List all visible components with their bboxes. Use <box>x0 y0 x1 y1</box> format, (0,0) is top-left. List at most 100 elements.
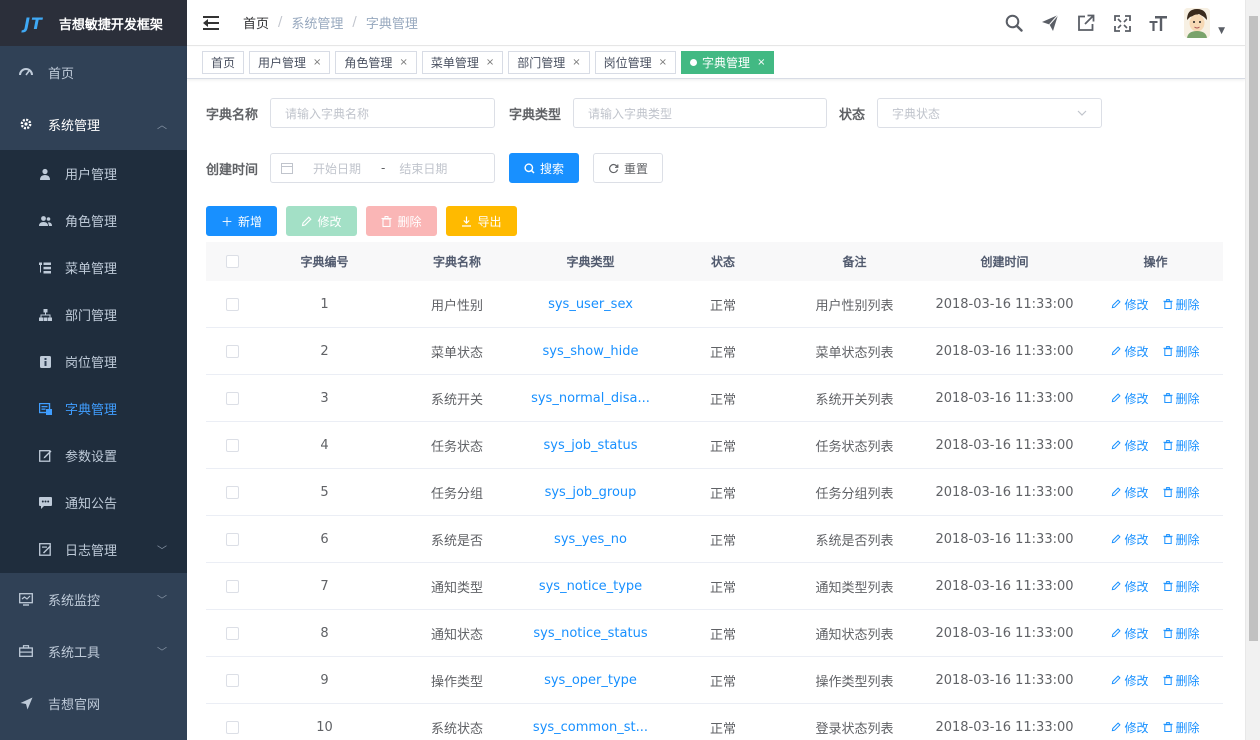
table-row[interactable]: 9 操作类型 sys_oper_type 正常 操作类型列表 2018-03-16 11:… <box>206 657 1223 704</box>
date-range-picker[interactable]: 开始日期 - 结束日期 <box>270 153 496 183</box>
row-checkbox[interactable] <box>225 438 239 452</box>
end-date[interactable]: 结束日期 <box>399 160 447 177</box>
table-row[interactable]: 8 通知状态 sys_notice_status 正常 通知状态列表 2018-03-16… <box>206 610 1223 657</box>
sidebar-item-roles[interactable]: 角色管理 <box>0 197 187 244</box>
row-edit-button[interactable]: 修改 <box>1111 578 1149 595</box>
sidebar-item-home[interactable]: 首页 <box>0 46 187 98</box>
row-checkbox[interactable] <box>225 485 239 499</box>
row-delete-button[interactable]: 删除 <box>1162 578 1200 595</box>
scrollbar-thumb[interactable] <box>1249 16 1258 641</box>
tag-roles[interactable]: 角色管理 × <box>335 51 417 74</box>
sidebar-item-users[interactable]: 用户管理 <box>0 150 187 197</box>
sidebar-item-depts[interactable]: 部门管理 <box>0 291 187 338</box>
dict-type-link[interactable]: sys_user_sex <box>548 297 633 312</box>
sidebar-item-tools[interactable]: 系统工具 ﹀ <box>0 625 187 677</box>
sidebar-item-logs[interactable]: 日志管理 ﹀ <box>0 526 187 573</box>
export-button[interactable]: 导出 <box>446 206 517 236</box>
send-icon[interactable] <box>1032 0 1068 46</box>
dict-type-link[interactable]: sys_oper_type <box>544 673 637 688</box>
reset-button[interactable]: 重置 <box>593 153 664 183</box>
dict-type-link[interactable]: sys_show_hide <box>543 344 639 359</box>
font-size-icon[interactable] <box>1140 0 1176 46</box>
table-row[interactable]: 10 系统状态 sys_common_st... 正常 登录状态列表 2018-03-16… <box>206 704 1223 740</box>
table-row[interactable]: 2 菜单状态 sys_show_hide 正常 菜单状态列表 2018-03-16 11:… <box>206 328 1223 375</box>
row-delete-button[interactable]: 删除 <box>1162 672 1200 689</box>
row-edit-button[interactable]: 修改 <box>1111 296 1149 313</box>
row-edit-button[interactable]: 修改 <box>1111 390 1149 407</box>
dict-type-link[interactable]: sys_normal_disa... <box>531 391 650 406</box>
close-icon[interactable]: × <box>757 57 765 68</box>
row-checkbox[interactable] <box>225 720 239 734</box>
fullscreen-icon[interactable] <box>1104 0 1140 46</box>
dict-type-link[interactable]: sys_notice_status <box>533 626 647 641</box>
sidebar-item-notice[interactable]: 通知公告 <box>0 479 187 526</box>
tag-posts[interactable]: 岗位管理 × <box>594 51 677 74</box>
row-checkbox[interactable] <box>225 626 239 640</box>
add-button[interactable]: ＋ 新增 <box>206 206 277 236</box>
dict-type-input[interactable]: 请输入字典类型 <box>573 98 828 128</box>
sidebar-item-website[interactable]: 吉想官网 <box>0 677 187 729</box>
start-date[interactable]: 开始日期 <box>313 160 361 177</box>
table-row[interactable]: 6 系统是否 sys_yes_no 正常 系统是否列表 2018-03-16 11:33:… <box>206 516 1223 563</box>
dict-type-link[interactable]: sys_notice_type <box>539 579 642 594</box>
sidebar-item-system[interactable]: 系统管理 ︿ <box>0 98 187 150</box>
row-delete-button[interactable]: 删除 <box>1162 625 1200 642</box>
close-icon[interactable]: × <box>486 57 494 68</box>
row-delete-button[interactable]: 删除 <box>1162 484 1200 501</box>
tag-dict[interactable]: 字典管理 × <box>681 51 775 74</box>
select-all-checkbox[interactable] <box>225 255 239 268</box>
tag-home[interactable]: 首页 <box>202 51 245 74</box>
breadcrumb-home[interactable]: 首页 <box>243 13 269 32</box>
tag-users[interactable]: 用户管理 × <box>249 51 331 74</box>
dict-type-link[interactable]: sys_job_group <box>545 485 637 500</box>
row-delete-button[interactable]: 删除 <box>1162 296 1200 313</box>
close-icon[interactable]: × <box>399 57 407 68</box>
tag-depts[interactable]: 部门管理 × <box>508 51 590 74</box>
row-checkbox[interactable] <box>225 297 239 311</box>
row-edit-button[interactable]: 修改 <box>1111 672 1149 689</box>
row-edit-button[interactable]: 修改 <box>1111 343 1149 360</box>
row-delete-button[interactable]: 删除 <box>1162 437 1200 454</box>
table-row[interactable]: 3 系统开关 sys_normal_disa... 正常 系统开关列表 2018-03-1… <box>206 375 1223 422</box>
search-button[interactable]: 搜索 <box>509 153 580 183</box>
logo[interactable]: JT 吉想敏捷开发框架 <box>0 0 187 46</box>
status-select[interactable]: 字典状态 <box>877 98 1103 128</box>
close-icon[interactable]: × <box>572 57 580 68</box>
row-edit-button[interactable]: 修改 <box>1111 531 1149 548</box>
row-delete-button[interactable]: 删除 <box>1162 719 1200 736</box>
dict-type-link[interactable]: sys_job_status <box>543 438 637 453</box>
delete-button[interactable]: 删除 <box>366 206 437 236</box>
row-delete-button[interactable]: 删除 <box>1162 343 1200 360</box>
hamburger-icon[interactable] <box>203 15 221 31</box>
table-row[interactable]: 4 任务状态 sys_job_status 正常 任务状态列表 2018-03-16 11… <box>206 422 1223 469</box>
table-row[interactable]: 1 用户性别 sys_user_sex 正常 用户性别列表 2018-03-16 11:3… <box>206 281 1223 328</box>
sidebar-item-config[interactable]: 参数设置 <box>0 432 187 479</box>
external-link-icon[interactable] <box>1068 0 1104 46</box>
dict-type-link[interactable]: sys_common_st... <box>533 720 648 735</box>
dict-name-input[interactable]: 请输入字典名称 <box>270 98 496 128</box>
row-delete-button[interactable]: 删除 <box>1162 390 1200 407</box>
tag-menus[interactable]: 菜单管理 × <box>421 51 504 74</box>
row-checkbox[interactable] <box>225 532 239 546</box>
sidebar-item-dict[interactable]: 字典管理 <box>0 385 187 432</box>
sidebar-item-menus[interactable]: 菜单管理 <box>0 244 187 291</box>
search-icon[interactable] <box>996 0 1032 46</box>
scrollbar[interactable] <box>1245 0 1260 740</box>
row-edit-button[interactable]: 修改 <box>1111 484 1149 501</box>
row-edit-button[interactable]: 修改 <box>1111 437 1149 454</box>
row-edit-button[interactable]: 修改 <box>1111 719 1149 736</box>
row-checkbox[interactable] <box>225 579 239 593</box>
row-checkbox[interactable] <box>225 391 239 405</box>
close-icon[interactable]: × <box>659 57 667 68</box>
sidebar-item-monitor[interactable]: 系统监控 ﹀ <box>0 573 187 625</box>
close-icon[interactable]: × <box>313 57 321 68</box>
edit-button[interactable]: 修改 <box>286 206 357 236</box>
row-edit-button[interactable]: 修改 <box>1111 625 1149 642</box>
sidebar-item-posts[interactable]: 岗位管理 <box>0 338 187 385</box>
row-delete-button[interactable]: 删除 <box>1162 531 1200 548</box>
table-row[interactable]: 7 通知类型 sys_notice_type 正常 通知类型列表 2018-03-16 1… <box>206 563 1223 610</box>
row-checkbox[interactable] <box>225 673 239 687</box>
table-row[interactable]: 5 任务分组 sys_job_group 正常 任务分组列表 2018-03-16 11:… <box>206 469 1223 516</box>
caret-down-icon[interactable]: ▼ <box>1218 26 1225 36</box>
avatar[interactable] <box>1184 8 1211 38</box>
